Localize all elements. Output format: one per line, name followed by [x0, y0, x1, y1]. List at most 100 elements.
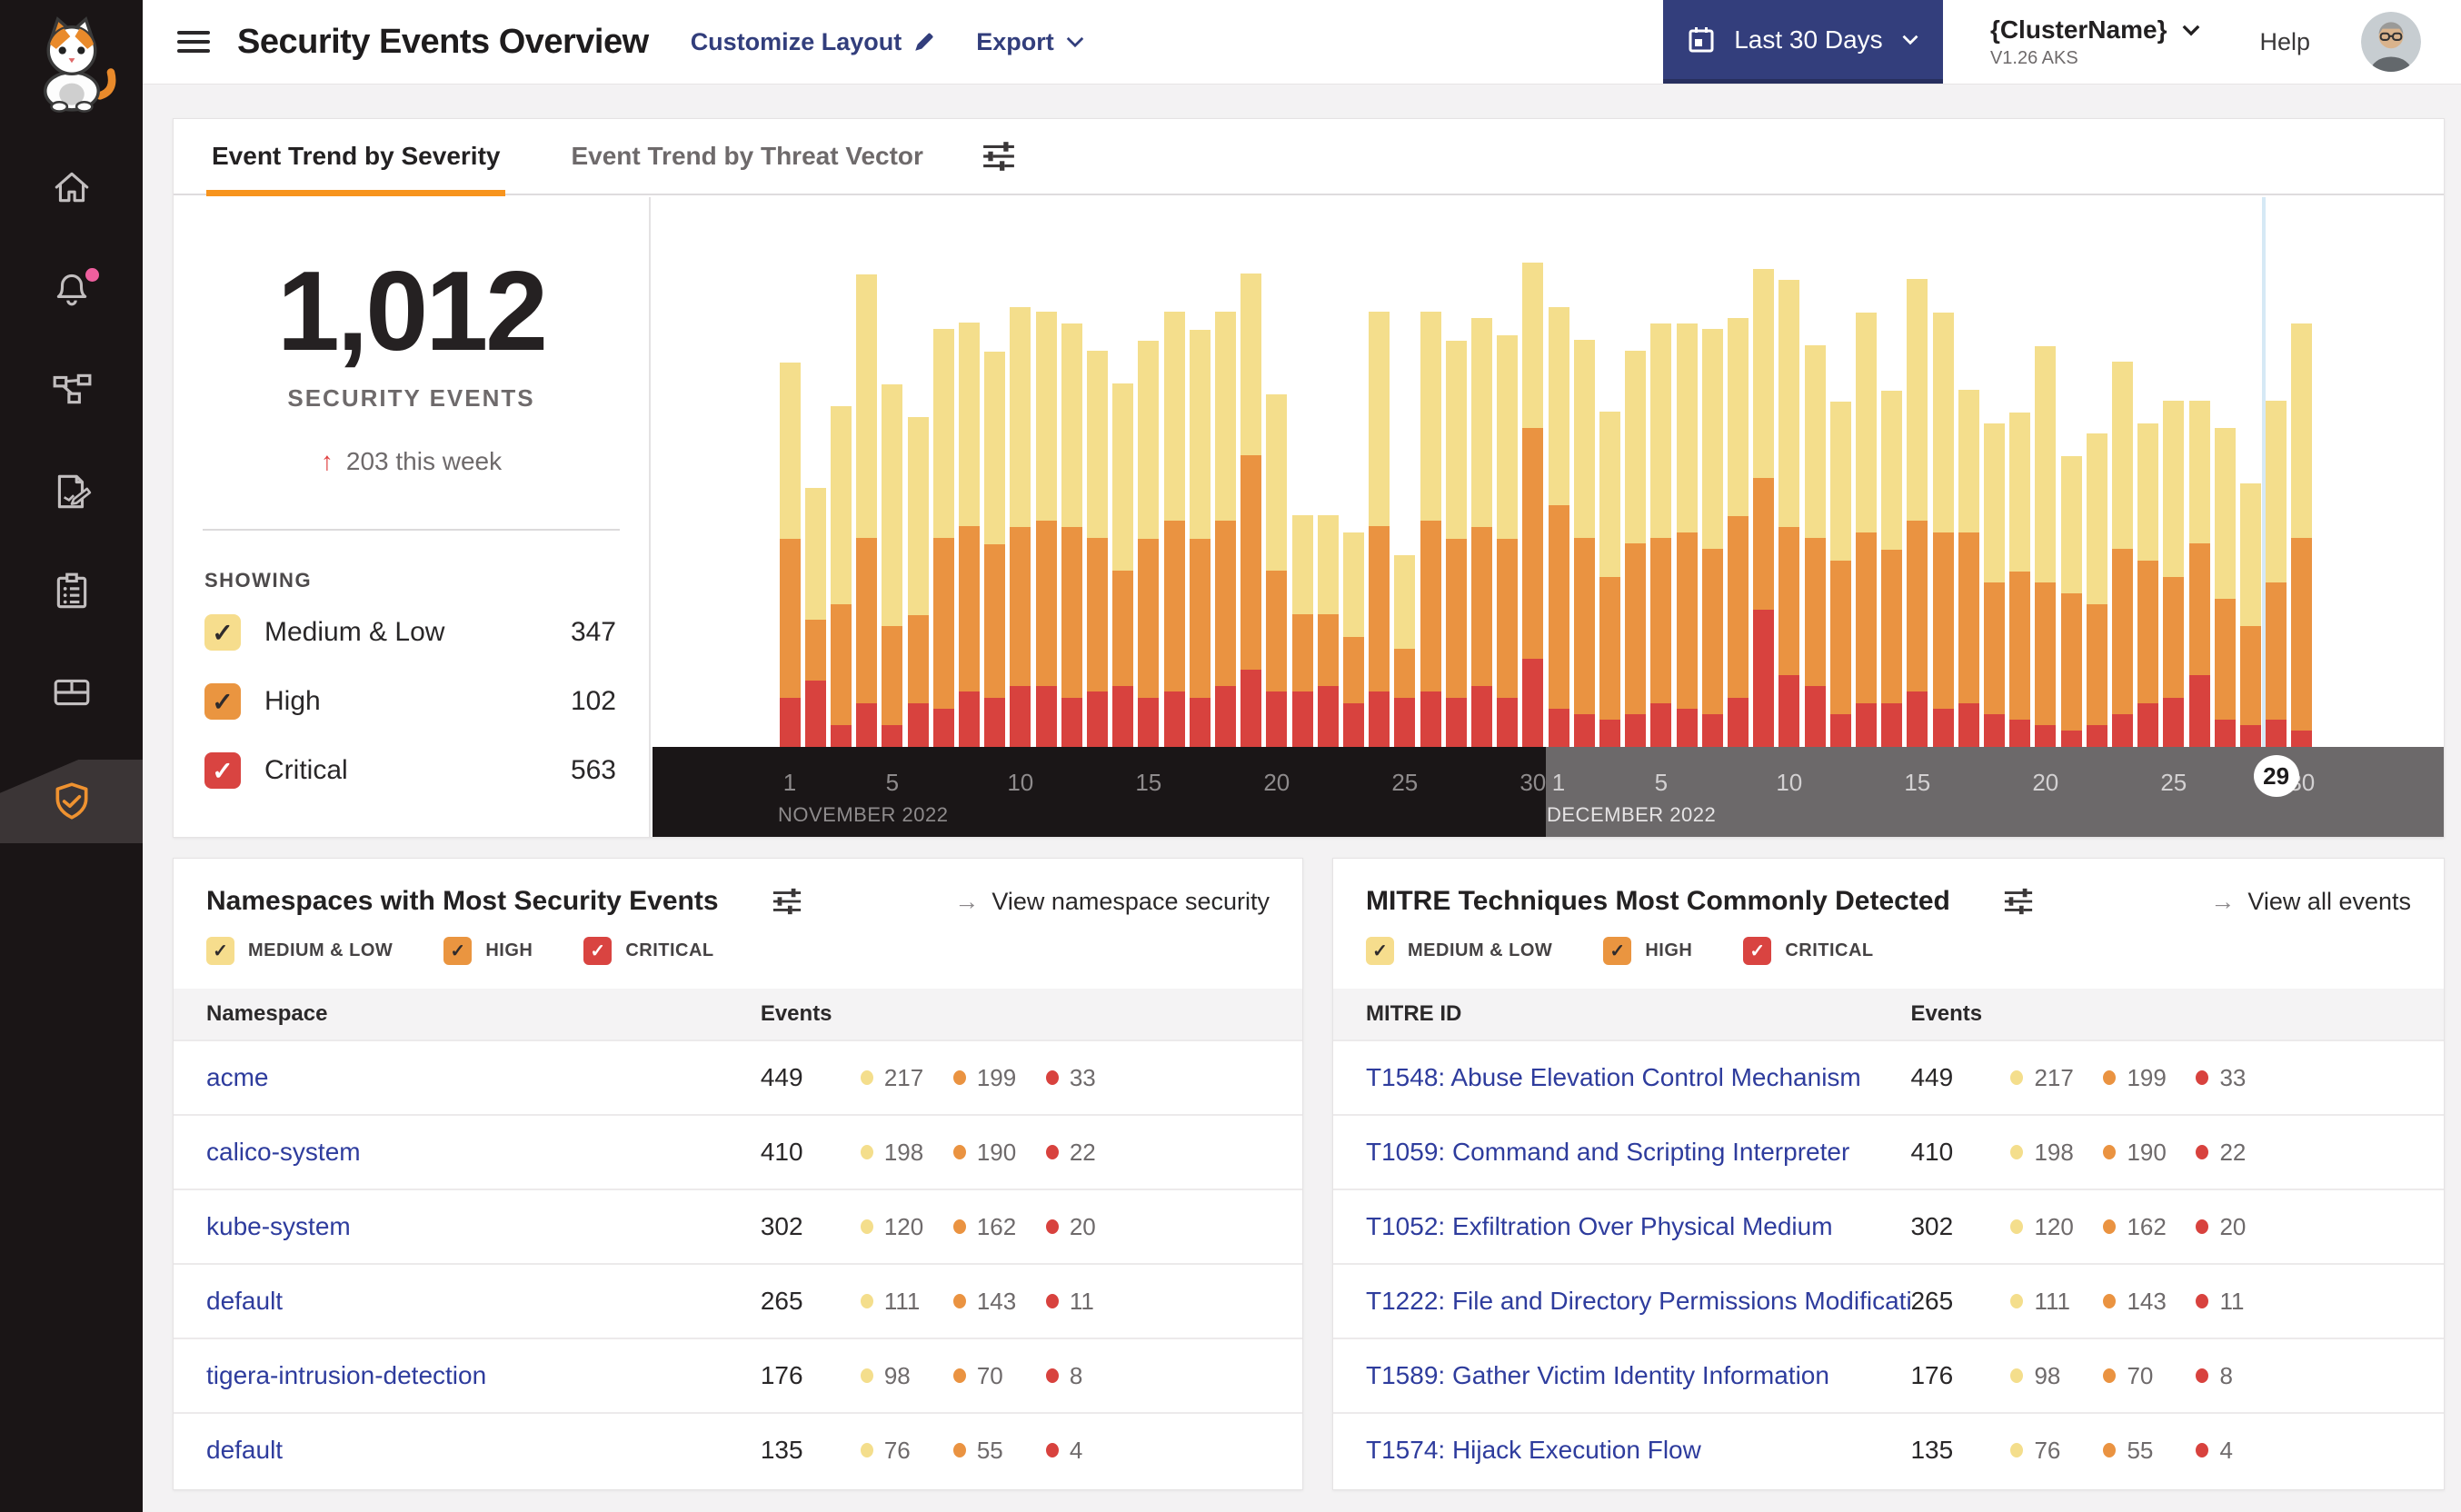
- bar-segment-critical: [907, 703, 929, 747]
- filter-high[interactable]: ✓ High: [1603, 937, 1692, 965]
- row-total-events: 176: [1910, 1361, 1954, 1389]
- bar-segment-high: [1727, 516, 1749, 698]
- bar-segment-high: [1266, 571, 1288, 691]
- chart-settings-icon[interactable]: [981, 139, 1016, 174]
- bar-segment-medium_low: [1086, 351, 1108, 538]
- sidebar-item-home[interactable]: [0, 145, 143, 229]
- bar-segment-medium_low: [2188, 401, 2210, 543]
- bar-segment-high: [2214, 599, 2236, 720]
- high-dot-icon: [952, 1219, 966, 1234]
- filter-medium-low[interactable]: ✓ Medium & Low: [206, 937, 393, 965]
- bar-segment-critical: [1317, 686, 1339, 747]
- cluster-selector[interactable]: {ClusterName} V1.26 AKS: [1990, 15, 2202, 69]
- checkbox-critical[interactable]: ✓: [204, 752, 241, 789]
- row-link[interactable]: T1548: Abuse Elevation Control Mechanism: [1333, 1063, 1910, 1092]
- severity-count-medium_low: 76: [860, 1437, 953, 1465]
- row-total-events: 410: [1910, 1138, 1954, 1166]
- row-link[interactable]: T1589: Gather Victim Identity Informatio…: [1333, 1361, 1910, 1390]
- hamburger-menu-icon[interactable]: [177, 25, 210, 58]
- bar-segment-critical: [1804, 686, 1826, 747]
- bar-segment-critical: [2188, 675, 2210, 747]
- filter-critical[interactable]: ✓ Critical: [583, 937, 713, 965]
- filter-critical[interactable]: ✓ Critical: [1743, 937, 1873, 965]
- critical-dot-icon: [2196, 1443, 2209, 1457]
- row-link[interactable]: calico-system: [174, 1138, 761, 1167]
- export-button[interactable]: Export: [976, 28, 1085, 56]
- row-link[interactable]: T1222: File and Directory Permissions Mo…: [1333, 1287, 1910, 1316]
- help-link[interactable]: Help: [2259, 28, 2310, 56]
- cluster-name: {ClusterName}: [1989, 15, 2167, 44]
- severity-toggle-critical[interactable]: ✓ Critical 563: [204, 741, 616, 800]
- checkbox-critical[interactable]: ✓: [1743, 937, 1772, 965]
- sidebar-item-notifications[interactable]: [0, 246, 143, 330]
- view-namespace-security-link[interactable]: → View namespace security: [954, 888, 1270, 916]
- filter-medium-low[interactable]: ✓ Medium & Low: [1366, 937, 1552, 965]
- filter-high[interactable]: ✓ High: [443, 937, 533, 965]
- tab-event-trend-by-severity[interactable]: Event Trend by Severity: [206, 118, 506, 196]
- security-events-overview-page: Security Events Overview Customize Layou…: [0, 0, 2461, 1512]
- cat-logo[interactable]: [22, 15, 122, 119]
- bar-segment-medium_low: [2214, 428, 2236, 599]
- sidebar-item-threat-defense[interactable]: [0, 760, 143, 843]
- severity-filters: ✓ Medium & Low ✓ High ✓ Critical: [174, 917, 1302, 965]
- view-all-events-link[interactable]: → View all events: [2210, 888, 2411, 916]
- bar-segment-medium_low: [1932, 313, 1954, 532]
- bar-segment-medium_low: [1625, 351, 1647, 543]
- bar-segment-medium_low: [1214, 312, 1236, 521]
- bar-segment-critical: [1599, 720, 1620, 747]
- bar-segment-critical: [882, 725, 903, 747]
- bar-segment-medium_low: [2086, 433, 2107, 604]
- checkbox-critical[interactable]: ✓: [583, 937, 613, 965]
- filter-label: Medium & Low: [1408, 940, 1553, 960]
- sidebar-item-service-graph[interactable]: [0, 347, 143, 431]
- total-security-events: 1,012: [276, 249, 548, 374]
- bar-segment-medium_low: [2111, 362, 2133, 549]
- user-avatar[interactable]: [2361, 12, 2421, 72]
- checkbox-medium-low[interactable]: ✓: [1366, 937, 1394, 965]
- panel-settings-icon[interactable]: [772, 886, 802, 917]
- row-link[interactable]: T1052: Exfiltration Over Physical Medium: [1333, 1212, 1910, 1241]
- selected-day-bubble[interactable]: 29: [2253, 755, 2299, 797]
- date-range-button[interactable]: Last 30 Days: [1662, 0, 1943, 84]
- sidebar-item-workloads[interactable]: [0, 651, 143, 734]
- tab-event-trend-by-threat-vector[interactable]: Event Trend by Threat Vector: [565, 118, 928, 194]
- bar-segment-medium_low: [1829, 402, 1851, 561]
- bar-segment-critical: [1470, 686, 1492, 747]
- row-link[interactable]: default: [174, 1436, 761, 1465]
- severity-count-critical: 22: [2196, 1139, 2288, 1167]
- severity-count-medium_low: 111: [860, 1288, 953, 1316]
- row-link[interactable]: default: [174, 1287, 761, 1316]
- bar-segment-high: [1369, 526, 1390, 691]
- severity-count-medium_low: 76: [2010, 1437, 2103, 1465]
- checkbox-medium-low[interactable]: ✓: [204, 614, 241, 651]
- row-link[interactable]: T1574: Hijack Execution Flow: [1333, 1436, 1910, 1465]
- severity-count-high: 199: [2103, 1064, 2196, 1092]
- severity-count-medium_low: 120: [2010, 1213, 2103, 1241]
- bar-segment-high: [1086, 538, 1108, 691]
- row-link[interactable]: tigera-intrusion-detection: [174, 1361, 761, 1390]
- chart-axis: 1 5 10 15 20 25 30 NOVEMBER 2022 1 5 10 15 20 25 30 DEC…: [653, 747, 2444, 837]
- critical-dot-icon: [2196, 1294, 2209, 1308]
- row-link[interactable]: acme: [174, 1063, 761, 1092]
- severity-toggle-high[interactable]: ✓ High 102: [204, 672, 616, 731]
- bar-segment-high: [804, 620, 826, 681]
- checkbox-high[interactable]: ✓: [443, 937, 473, 965]
- medium_low-dot-icon: [2010, 1443, 2024, 1457]
- bar-segment-critical: [1753, 610, 1775, 747]
- panel-settings-icon[interactable]: [2003, 886, 2034, 917]
- chart-plot[interactable]: [653, 197, 2444, 747]
- bar-segment-high: [1522, 428, 1544, 659]
- event-trend-card: Event Trend by Severity Event Trend by T…: [173, 118, 2445, 838]
- bar-segment-high: [882, 626, 903, 725]
- checkbox-high[interactable]: ✓: [204, 683, 241, 720]
- bar-segment-medium_low: [1470, 318, 1492, 527]
- row-link[interactable]: T1059: Command and Scripting Interpreter: [1333, 1138, 1910, 1167]
- checkbox-high[interactable]: ✓: [1603, 937, 1632, 965]
- sidebar-item-compliance[interactable]: [0, 550, 143, 633]
- customize-layout-button[interactable]: Customize Layout: [691, 28, 937, 56]
- sidebar-item-policies[interactable]: [0, 450, 143, 533]
- row-link[interactable]: kube-system: [174, 1212, 761, 1241]
- severity-toggle-medium-low[interactable]: ✓ Medium & Low 347: [204, 603, 616, 662]
- bar-segment-medium_low: [2266, 401, 2287, 582]
- checkbox-medium-low[interactable]: ✓: [206, 937, 234, 965]
